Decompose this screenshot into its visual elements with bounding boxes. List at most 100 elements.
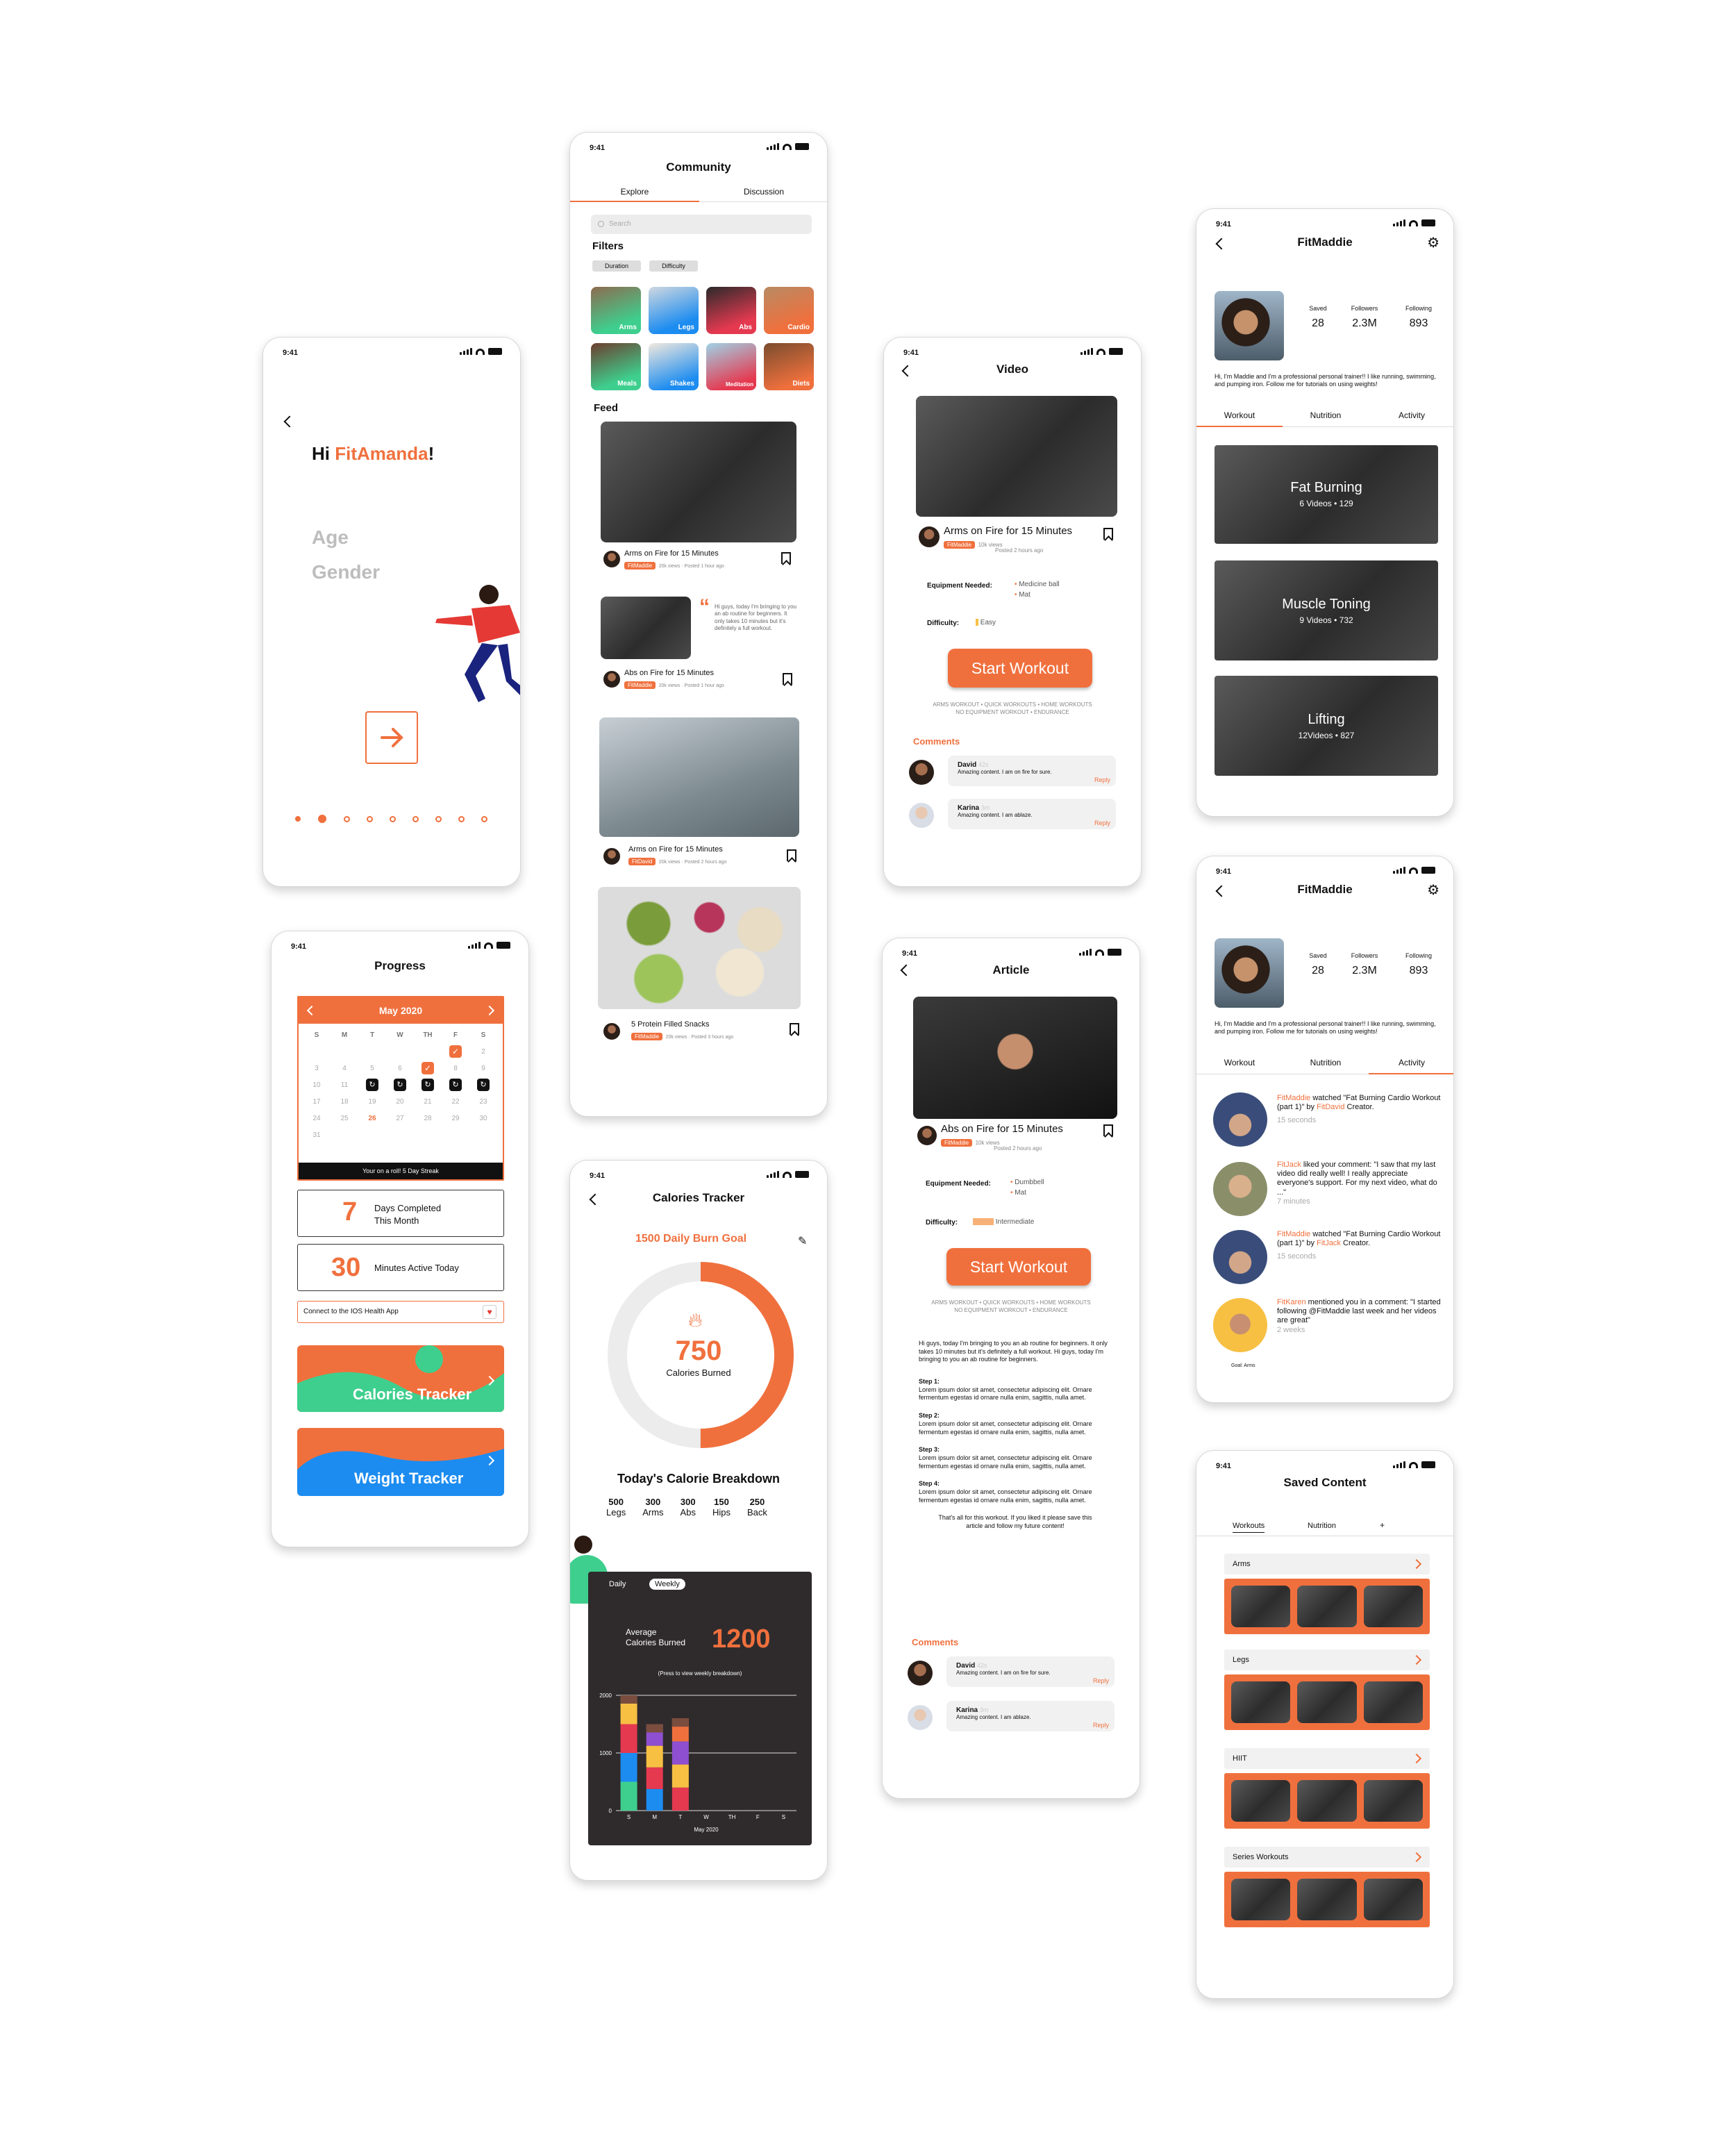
- bar-segment[interactable]: [671, 1787, 689, 1811]
- thumbnail[interactable]: [1231, 1681, 1291, 1723]
- post-title[interactable]: Arms on Fire for 15 Minutes: [624, 549, 719, 558]
- streak-day-icon[interactable]: ↻: [477, 1079, 490, 1091]
- streak-day-icon[interactable]: ↻: [449, 1079, 462, 1091]
- tab-explore[interactable]: Explore: [570, 187, 699, 202]
- search-input[interactable]: Search: [591, 215, 812, 234]
- bookmark-icon[interactable]: [1103, 528, 1113, 540]
- post-image[interactable]: [599, 717, 799, 837]
- health-app-button[interactable]: Connect to the IOS Health App ♥: [297, 1301, 504, 1323]
- tab-workouts[interactable]: Workouts: [1233, 1522, 1265, 1533]
- streak-day-icon[interactable]: ↻: [422, 1079, 434, 1091]
- thumbnail[interactable]: [1297, 1879, 1357, 1920]
- gender-field[interactable]: Gender: [312, 561, 380, 583]
- weight-tracker-card[interactable]: Weight Tracker: [297, 1428, 504, 1496]
- tab-discussion[interactable]: Discussion: [699, 187, 827, 202]
- activity-item[interactable]: FitMaddie watched "Fat Burning Cardio Wo…: [1277, 1230, 1441, 1262]
- next-button[interactable]: [365, 711, 418, 764]
- thumbnail[interactable]: [1363, 1879, 1423, 1920]
- post-title[interactable]: 5 Protein Filled Snacks: [631, 1020, 710, 1029]
- tab-add[interactable]: +: [1380, 1520, 1385, 1530]
- tab-nutrition[interactable]: Nutrition: [1283, 410, 1369, 427]
- activity-user[interactable]: FitKaren: [1277, 1298, 1306, 1306]
- category-abs[interactable]: Abs: [706, 287, 756, 334]
- tab-activity[interactable]: Activity: [1369, 1058, 1453, 1074]
- activity-user[interactable]: FitJack: [1277, 1161, 1301, 1169]
- tab-activity[interactable]: Activity: [1369, 410, 1453, 427]
- check-icon[interactable]: ✓: [449, 1045, 462, 1058]
- bar-segment[interactable]: [646, 1767, 663, 1789]
- filter-difficulty[interactable]: Difficulty: [649, 260, 698, 272]
- post-image[interactable]: [601, 422, 796, 542]
- thumbnail[interactable]: [1363, 1681, 1423, 1723]
- bookmark-icon[interactable]: [787, 849, 796, 861]
- next-month-icon[interactable]: [484, 1005, 495, 1016]
- activity-user[interactable]: FitMaddie: [1277, 1230, 1310, 1238]
- saved-group-hiit[interactable]: HIIT: [1224, 1748, 1430, 1834]
- saved-group-series[interactable]: Series Workouts: [1224, 1847, 1430, 1933]
- prev-month-icon[interactable]: [306, 1005, 317, 1016]
- bar-segment[interactable]: [646, 1788, 663, 1811]
- saved-group-legs[interactable]: Legs: [1224, 1649, 1430, 1736]
- activity-user[interactable]: FitMaddie: [1277, 1094, 1310, 1102]
- workout-card[interactable]: Lifting 12Videos • 827: [1215, 676, 1438, 776]
- bar-segment[interactable]: [620, 1724, 637, 1754]
- activity-target[interactable]: FitJack: [1317, 1239, 1341, 1247]
- video-player[interactable]: [916, 396, 1117, 517]
- workout-card[interactable]: Fat Burning 6 Videos • 129: [1215, 445, 1438, 544]
- weekly-chart-card[interactable]: Daily Weekly Average Calories Burned 120…: [588, 1572, 812, 1845]
- start-workout-button[interactable]: Start Workout: [946, 1248, 1091, 1286]
- age-field[interactable]: Age: [312, 526, 349, 549]
- check-icon[interactable]: ✓: [422, 1062, 434, 1074]
- filter-duration[interactable]: Duration: [592, 260, 641, 272]
- category-diets[interactable]: Diets: [764, 343, 814, 390]
- thumbnail[interactable]: [1363, 1780, 1423, 1822]
- thumbnail[interactable]: [1231, 1879, 1291, 1920]
- thumbnail[interactable]: [1231, 1586, 1291, 1627]
- activity-item[interactable]: FitJack liked your comment: "I saw that …: [1277, 1161, 1441, 1206]
- post-image[interactable]: [598, 887, 801, 1009]
- edit-icon[interactable]: ✎: [798, 1234, 807, 1248]
- bookmark-icon[interactable]: [783, 673, 792, 685]
- gear-icon[interactable]: ⚙: [1427, 234, 1439, 251]
- tab-workout[interactable]: Workout: [1196, 410, 1283, 427]
- reply-link[interactable]: Reply: [1093, 1722, 1109, 1729]
- category-cardio[interactable]: Cardio: [764, 287, 814, 334]
- bookmark-icon[interactable]: [790, 1023, 799, 1035]
- streak-day-icon[interactable]: ↻: [366, 1079, 378, 1091]
- post-title[interactable]: Abs on Fire for 15 Minutes: [624, 669, 714, 677]
- workout-card[interactable]: Muscle Toning 9 Videos • 732: [1215, 560, 1438, 660]
- tab-nutrition[interactable]: Nutrition: [1283, 1058, 1369, 1074]
- streak-day-icon[interactable]: ↻: [394, 1079, 406, 1091]
- thumbnail[interactable]: [1297, 1586, 1357, 1627]
- category-meditation[interactable]: Meditation: [706, 343, 756, 390]
- bar-segment[interactable]: [671, 1764, 689, 1788]
- bar-segment[interactable]: [671, 1741, 689, 1765]
- category-meals[interactable]: Meals: [591, 343, 641, 390]
- category-legs[interactable]: Legs: [649, 287, 699, 334]
- activity-item[interactable]: FitMaddie watched "Fat Burning Cardio Wo…: [1277, 1094, 1441, 1126]
- start-workout-button[interactable]: Start Workout: [948, 649, 1092, 688]
- activity-item[interactable]: FitKaren mentioned you in a comment: "I …: [1277, 1298, 1441, 1335]
- saved-group-arms[interactable]: Arms: [1224, 1554, 1430, 1640]
- tab-nutrition[interactable]: Nutrition: [1308, 1522, 1336, 1530]
- gear-icon[interactable]: ⚙: [1427, 881, 1439, 899]
- category-shakes[interactable]: Shakes: [649, 343, 699, 390]
- bar-segment[interactable]: [646, 1745, 663, 1768]
- thumbnail[interactable]: [1297, 1780, 1357, 1822]
- category-arms[interactable]: Arms: [591, 287, 641, 334]
- bar-segment[interactable]: [620, 1753, 637, 1782]
- bookmark-icon[interactable]: [1103, 1124, 1113, 1136]
- reply-link[interactable]: Reply: [1094, 776, 1110, 783]
- thumbnail[interactable]: [1231, 1780, 1291, 1822]
- calories-tracker-card[interactable]: Calories Tracker: [297, 1345, 504, 1412]
- bookmark-icon[interactable]: [781, 552, 791, 564]
- toggle-daily[interactable]: Daily: [609, 1580, 626, 1588]
- reply-link[interactable]: Reply: [1094, 820, 1110, 826]
- activity-target[interactable]: FitDavid: [1317, 1103, 1344, 1111]
- post-title[interactable]: Arms on Fire for 15 Minutes: [628, 845, 723, 854]
- tab-workout[interactable]: Workout: [1196, 1058, 1283, 1074]
- thumbnail[interactable]: [1363, 1586, 1423, 1627]
- thumbnail[interactable]: [1297, 1681, 1357, 1723]
- reply-link[interactable]: Reply: [1093, 1677, 1109, 1684]
- bar-segment[interactable]: [620, 1781, 637, 1811]
